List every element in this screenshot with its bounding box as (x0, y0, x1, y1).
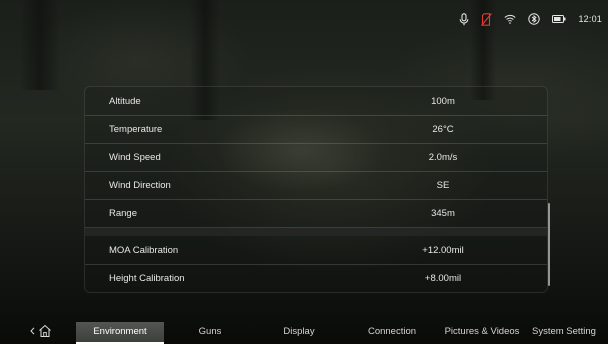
no-sim-icon (481, 12, 493, 26)
battery-icon (552, 15, 566, 23)
bluetooth-icon (528, 13, 541, 25)
status-bar: 12:01 (459, 10, 602, 28)
tab-connection[interactable]: Connection (354, 322, 430, 342)
status-time: 12:01 (578, 14, 602, 24)
setting-row-range[interactable]: Range 345m (85, 199, 547, 228)
wifi-icon (504, 14, 517, 24)
setting-value: 2.0m/s (428, 151, 458, 163)
tab-display[interactable]: Display (264, 322, 334, 342)
setting-value: 26°C (432, 123, 454, 135)
setting-value: 100m (431, 95, 455, 107)
back-button[interactable] (30, 323, 54, 339)
section-separator (85, 228, 547, 236)
scrollbar[interactable] (548, 203, 550, 286)
setting-label: Height Calibration (109, 272, 185, 284)
setting-row-altitude[interactable]: Altitude 100m (85, 87, 547, 116)
microphone-icon (459, 12, 469, 26)
setting-row-moa-calibration[interactable]: MOA Calibration +12.00mil (85, 236, 547, 265)
setting-label: MOA Calibration (109, 244, 179, 256)
setting-label: Wind Speed (109, 151, 161, 163)
setting-row-wind-speed[interactable]: Wind Speed 2.0m/s (85, 143, 547, 172)
setting-row-height-calibration[interactable]: Height Calibration +8.00mil (85, 264, 547, 292)
tab-pictures-videos[interactable]: Pictures & Videos (436, 322, 528, 342)
tab-guns[interactable]: Guns (180, 322, 240, 342)
chevron-left-icon (30, 327, 35, 335)
screen: 12:01 Altitude 100m Temperature 26°C Win… (0, 0, 608, 344)
setting-label: Temperature (109, 123, 163, 135)
home-back-icon (39, 324, 51, 337)
setting-label: Range (109, 207, 137, 219)
setting-value: +12.00mil (422, 244, 464, 256)
setting-label: Altitude (109, 95, 141, 107)
setting-value: SE (436, 179, 450, 191)
setting-value: +8.00mil (424, 272, 462, 284)
bottom-nav: Environment Guns Display Connection Pict… (0, 316, 608, 344)
setting-value: 345m (431, 207, 455, 219)
background-trunk (20, 0, 60, 90)
setting-label: Wind Direction (109, 179, 171, 191)
tab-environment[interactable]: Environment (76, 322, 164, 344)
setting-row-wind-direction[interactable]: Wind Direction SE (85, 171, 547, 200)
setting-row-temperature[interactable]: Temperature 26°C (85, 115, 547, 144)
environment-settings-panel: Altitude 100m Temperature 26°C Wind Spee… (84, 86, 548, 293)
tab-system-setting[interactable]: System Setting (532, 322, 608, 342)
